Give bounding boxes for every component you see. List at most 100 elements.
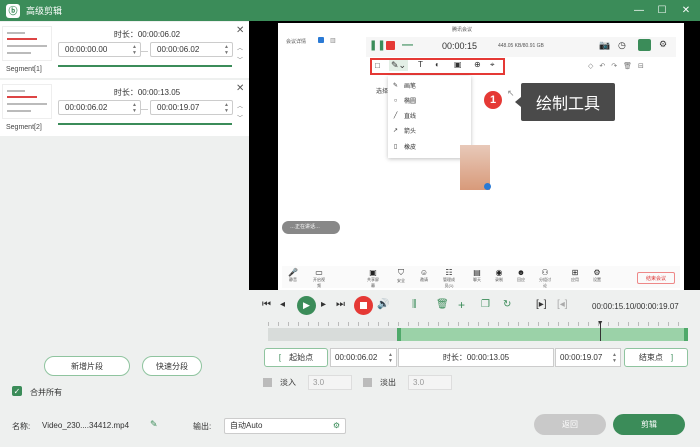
network-speed: 448.05 KB/80.91 GB: [498, 43, 544, 49]
output-select[interactable]: 自动Auto ⚙: [224, 418, 346, 434]
cursor-icon: ↖: [507, 88, 515, 98]
undo-redo-icons: ◇↶↷🗑⊟: [588, 63, 650, 70]
pen-tool-icon: ✎⌄: [389, 60, 409, 71]
quick-split-button[interactable]: 快速分段: [142, 356, 202, 376]
signal-icon: ▥: [330, 38, 336, 44]
toolbox-icon: [638, 39, 651, 51]
dropdown-item-pen: ✎ 画笔: [392, 83, 417, 90]
output-label: 输出:: [193, 422, 212, 431]
playhead[interactable]: ▼: [597, 320, 604, 341]
add-segment-button[interactable]: 新增片段: [44, 356, 130, 376]
segment-start-field[interactable]: 00:00:06.02 ▲ ▼: [58, 100, 141, 115]
recording-timer: 00:00:15: [442, 41, 478, 51]
reset-icon[interactable]: ↻: [503, 299, 511, 310]
segment-end-field[interactable]: 00:00:06.02 ▲ ▼: [150, 42, 233, 57]
fade-out-control[interactable]: 淡出 3.0: [363, 374, 452, 390]
title-bar: ⓑ 高级剪辑 — ☐ ✕: [0, 0, 700, 21]
move-down-icon[interactable]: ﹀: [237, 113, 243, 122]
text-tool-icon: T: [418, 60, 423, 69]
segment-thumbnail: [2, 26, 52, 61]
move-up-icon[interactable]: ︿: [237, 101, 243, 110]
chat-icon: ▤ 聊天: [473, 268, 481, 282]
stepper-icon[interactable]: ▲ ▼: [132, 102, 137, 114]
clip-button[interactable]: 剪辑: [613, 414, 685, 435]
segment-start-field[interactable]: 00:00:00.00 ▲ ▼: [58, 42, 141, 57]
stepper-icon[interactable]: ▲ ▼: [224, 44, 229, 56]
fade-out-checkbox[interactable]: [363, 377, 372, 387]
segment-duration: 时长：00:00:13.05: [113, 88, 181, 97]
add-icon[interactable]: +: [458, 298, 465, 312]
mark-out-icon[interactable]: [◂]: [557, 299, 568, 310]
name-label: 名称:: [12, 422, 31, 431]
dropdown-item-ellipse: ○ 椭圆: [393, 97, 417, 106]
minimize-icon: —: [402, 39, 413, 51]
stepper-icon[interactable]: ▲ ▼: [132, 44, 137, 56]
security-icon: ⛉ 安全: [397, 268, 405, 283]
segment-range-bar: [58, 65, 232, 67]
drawing-toolbar-highlight: □ ✎⌄ T ◐ ▣ ⊕ ⌖: [370, 58, 505, 75]
copy-icon[interactable]: ❐: [481, 299, 490, 310]
callout-label: 绘制工具: [515, 83, 615, 121]
settings-icon: ⚙ 设置: [593, 268, 601, 282]
duration-field: 时长： 00:00:13.05: [398, 348, 554, 367]
delete-segment-icon[interactable]: ✕: [236, 83, 244, 94]
delete-segment-icon[interactable]: ✕: [236, 25, 244, 36]
set-start-button[interactable]: [起始点: [264, 348, 328, 367]
color-icon: ◐: [435, 60, 440, 69]
move-down-icon[interactable]: ﹀: [237, 55, 243, 64]
timeline-ruler: [268, 322, 688, 326]
gear-icon[interactable]: ⚙: [333, 419, 340, 433]
maximize-icon[interactable]: ☐: [655, 3, 669, 17]
fade-in-checkbox[interactable]: [263, 377, 272, 387]
fade-in-label: 淡入: [280, 377, 296, 387]
stop-button[interactable]: [354, 296, 373, 315]
step-forward-icon[interactable]: ▸: [321, 299, 326, 310]
zoom-tool-icon: ⊕: [474, 60, 481, 69]
segment-range-bar: [58, 123, 232, 125]
reaction-icon: ☻ 回应: [516, 268, 526, 282]
stop-icon: [386, 41, 395, 50]
delete-icon[interactable]: 🗑: [436, 299, 449, 310]
segment-card-2[interactable]: Segment[2] 时长：00:00:13.05 00:00:06.02 ▲ ▼ …: [0, 80, 249, 136]
start-time-field[interactable]: 00:00:06.02 ▲ ▼: [330, 348, 397, 367]
end-time-field[interactable]: 00:00:19.07 ▲ ▼: [555, 348, 621, 367]
move-up-icon[interactable]: ︿: [237, 43, 243, 52]
split-icon[interactable]: ⫼: [412, 299, 417, 310]
meeting-app-title: 腾讯会议: [452, 27, 473, 33]
callout-number-badge: 1: [484, 91, 502, 109]
timeline-track[interactable]: ▼: [268, 320, 688, 341]
clock-icon: ◷: [618, 40, 626, 50]
merge-all-label: 合并所有: [30, 388, 62, 397]
step-back-icon[interactable]: ◂: [280, 299, 285, 310]
image-tool-icon: ▣: [454, 60, 462, 69]
volume-icon[interactable]: 🔊: [377, 299, 389, 310]
merge-all-checkbox[interactable]: ✓: [12, 386, 22, 396]
share-screen-icon: ▣ 共享屏幕: [367, 268, 379, 288]
close-icon[interactable]: ✕: [679, 3, 693, 17]
breakout-icon: ⚇ 分组讨论: [539, 268, 551, 288]
set-end-button[interactable]: 结束点]: [624, 348, 688, 367]
segment-thumbnail: [2, 84, 52, 119]
timeline-selection[interactable]: [397, 328, 688, 341]
stepper-icon[interactable]: ▲ ▼: [224, 102, 229, 114]
dropdown-item-eraser: ▯ 橡皮: [393, 144, 417, 151]
fade-in-input[interactable]: 3.0: [308, 374, 352, 390]
recorder-toolbar: ❚❚ — 00:00:15 448.05 KB/80.91 GB 📷 ◷ ⚙: [366, 37, 676, 57]
segment-end-field[interactable]: 00:00:19.07 ▲ ▼: [150, 100, 233, 115]
back-button[interactable]: 返回: [534, 414, 606, 435]
rename-icon[interactable]: ✎: [150, 419, 158, 430]
skip-end-icon[interactable]: ⏭: [336, 299, 345, 310]
invite-icon: ☺ 邀请: [419, 268, 429, 282]
fade-in-control[interactable]: 淡入 3.0: [263, 374, 352, 390]
minimize-icon[interactable]: —: [632, 3, 646, 17]
dropdown-item-line: ╱ 直线: [393, 113, 417, 120]
fade-out-input[interactable]: 3.0: [408, 374, 452, 390]
skip-start-icon[interactable]: ⏮: [262, 299, 271, 310]
video-icon: ▭ 开启视频: [313, 268, 325, 288]
mark-in-icon[interactable]: [▸]: [536, 299, 547, 310]
segment-card-1[interactable]: Segment[1] 时长：00:00:06.02 00:00:00.00 ▲ ▼ …: [0, 22, 249, 78]
crosshair-tool-icon: ⌖: [490, 60, 495, 69]
meeting-controls-bar: 🎤 静音 ▭ 开启视频 ▣ 共享屏幕 ⛉ 安全 ☺ 邀请 ☷ 管理成员(1) ▤ 聊天 ◉ 录制…: [282, 266, 680, 288]
members-icon: ☷ 管理成员(1): [443, 268, 455, 288]
play-button[interactable]: ▶: [297, 296, 316, 315]
